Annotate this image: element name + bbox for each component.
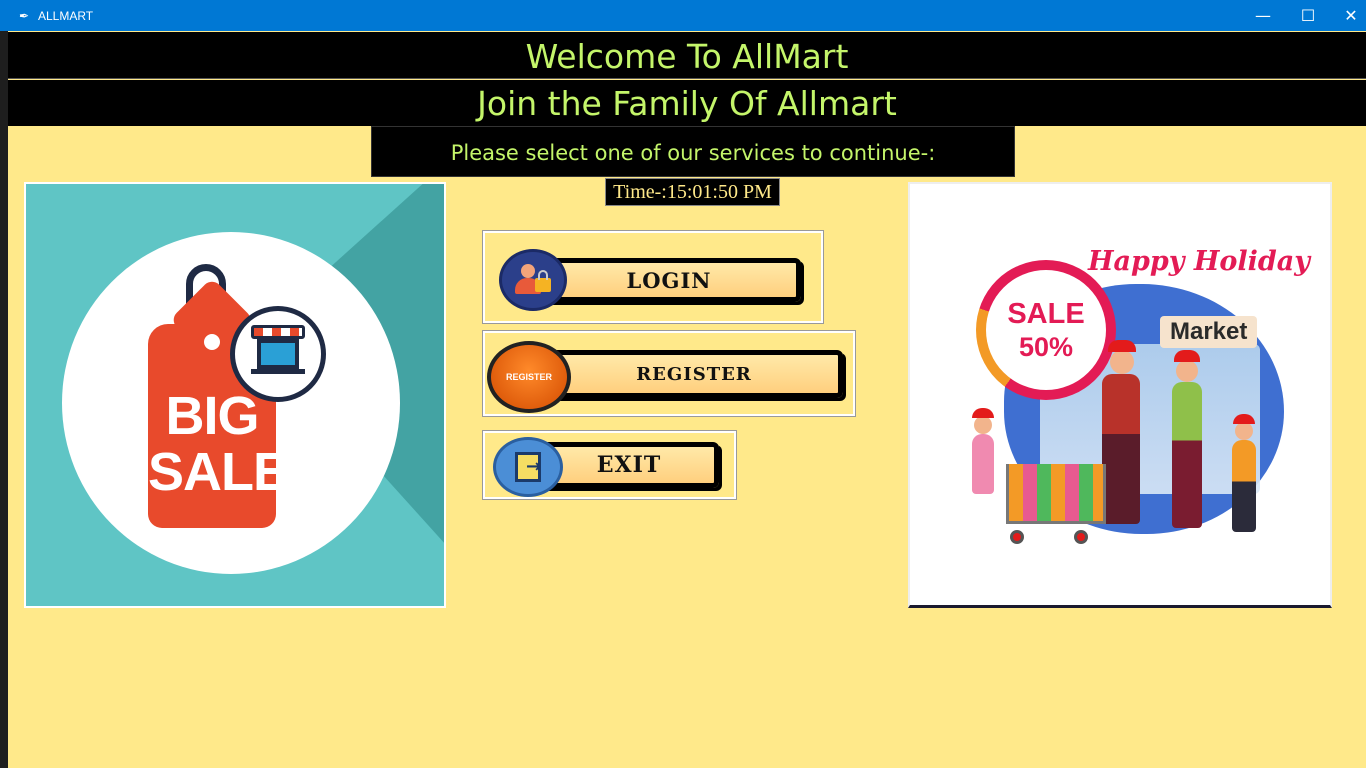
login-button[interactable]: LOGIN [482, 230, 824, 324]
register-button[interactable]: REGISTER REGISTER [482, 330, 856, 417]
user-head [521, 264, 535, 278]
happy-holiday-image: Happy Holiday Market SALE 50% [908, 182, 1332, 608]
market-sign: Market [1160, 316, 1258, 348]
santa-hat-icon [1108, 340, 1136, 352]
big-sale-image: BIG SALE [24, 182, 446, 608]
time-display: Time-:15:01:50 PM [605, 178, 780, 206]
shopping-cart-icon [1006, 464, 1106, 524]
happy-holiday-heading: Happy Holiday [1088, 246, 1310, 277]
exit-button[interactable]: EXIT [482, 430, 737, 500]
register-icon: REGISTER [487, 341, 571, 413]
shopper-man [1102, 340, 1140, 524]
cart-wheel [1010, 530, 1024, 544]
man-head [1110, 350, 1134, 374]
exit-door-icon [493, 437, 563, 497]
cart-wheel [1074, 530, 1088, 544]
girl-head [974, 416, 992, 434]
boy-head [1235, 422, 1253, 440]
door-shape [515, 452, 541, 482]
sale-badge: SALE 50% [976, 260, 1116, 400]
login-label: LOGIN [537, 258, 801, 302]
window-title: ALLMART [38, 8, 94, 23]
woman-head [1176, 360, 1198, 382]
register-icon-text: REGISTER [505, 372, 552, 382]
padlock [535, 270, 551, 292]
shop-awning [251, 325, 305, 339]
tag-hole [204, 334, 220, 350]
sale-tag-text: BIG SALE [148, 388, 289, 502]
laptop-screen [257, 339, 299, 369]
register-label: REGISTER [545, 350, 843, 398]
minimize-icon[interactable]: — [1240, 0, 1286, 31]
close-icon[interactable]: ✕ [1328, 0, 1366, 31]
window-titlebar: ✒ ALLMART — ☐ ✕ [0, 0, 1366, 31]
online-shop-icon [230, 306, 326, 402]
sale-text: SALE [1007, 298, 1085, 330]
tag-line-sale: SALE [148, 442, 289, 502]
sale-percent: 50% [1018, 332, 1074, 362]
santa-hat-icon [1174, 350, 1200, 362]
exit-label: EXIT [539, 442, 719, 488]
laptop-base [251, 369, 305, 374]
shopper-girl [972, 408, 994, 494]
maximize-icon[interactable]: ☐ [1285, 0, 1331, 31]
services-prompt: Please select one of our services to con… [371, 126, 1015, 177]
join-banner: Join the Family Of Allmart [8, 80, 1366, 126]
sale-badge-inner: SALE 50% [986, 270, 1106, 390]
user-lock-icon [499, 249, 567, 311]
main-window: Welcome To AllMart Join the Family Of Al… [8, 31, 1366, 768]
shopper-boy [1232, 414, 1256, 532]
user-figure [513, 262, 553, 298]
shopper-woman [1172, 350, 1202, 528]
santa-hat-icon [972, 408, 994, 418]
feather-icon: ✒ [18, 8, 30, 23]
welcome-banner: Welcome To AllMart [8, 32, 1366, 79]
